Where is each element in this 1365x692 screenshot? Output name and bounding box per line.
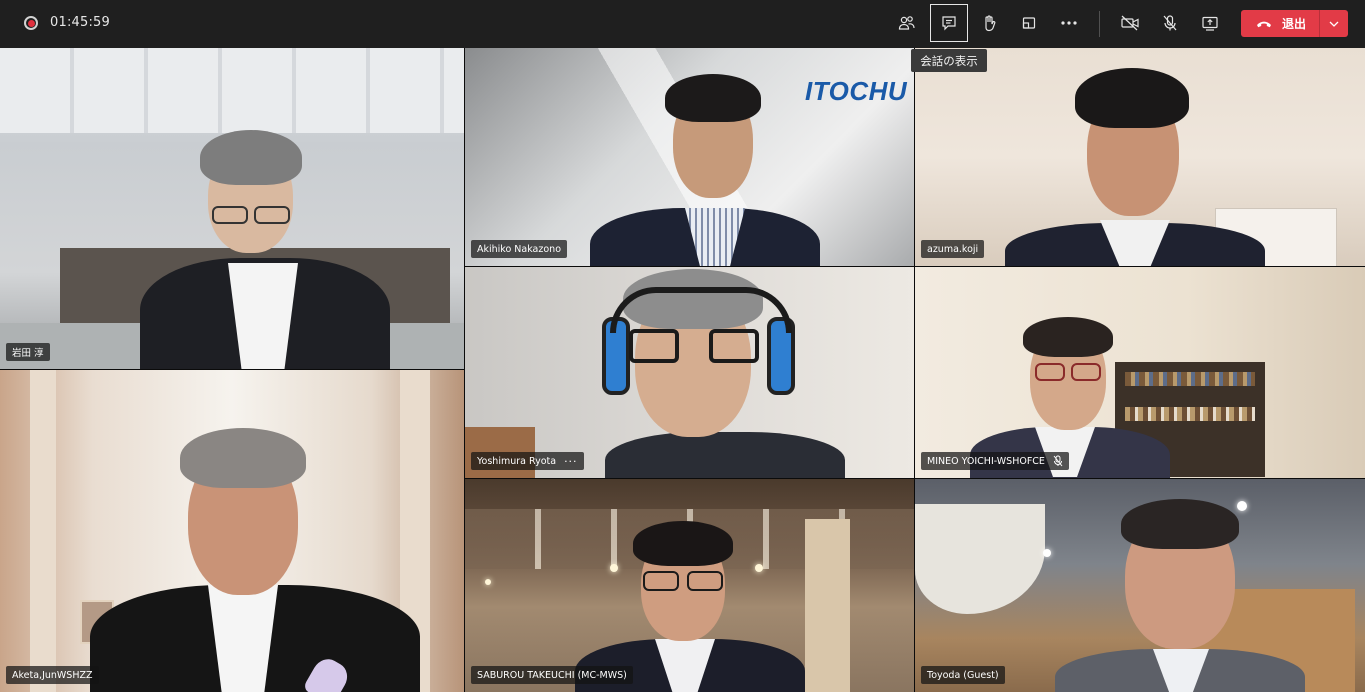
hang-up-icon	[1257, 21, 1271, 27]
meeting-toolbar: 01:45:59 退出	[0, 0, 1365, 48]
share-tray-icon	[1022, 17, 1036, 29]
leave-label: 退出	[1282, 17, 1307, 31]
participant-name-tag: Akihiko Nakazono	[471, 240, 568, 258]
participant-name: azuma.koji	[927, 243, 979, 255]
participant-name-tag: Toyoda (Guest)	[921, 666, 1005, 684]
participant-name-tag: Aketa,JunWSHZZ	[6, 666, 99, 684]
video-tile[interactable]: Aketa,JunWSHZZ	[0, 370, 464, 692]
share-tray-button[interactable]	[1010, 4, 1048, 42]
video-tile[interactable]: MINEO YOICHI-WSHOFCE	[915, 267, 1365, 478]
share-screen-button[interactable]	[1191, 4, 1229, 42]
more-options-button[interactable]	[1050, 4, 1088, 42]
camera-toggle-button[interactable]	[1111, 4, 1149, 42]
video-tile[interactable]: azuma.koji	[915, 48, 1365, 266]
participant-name: SABUROU TAKEUCHI (MC-MWS)	[477, 669, 627, 681]
toolbar-divider	[1099, 11, 1100, 37]
show-conversation-tooltip: 会話の表示	[911, 49, 987, 72]
chevron-down-icon	[1329, 21, 1339, 27]
participant-name-tag: 岩田 淳	[6, 343, 50, 361]
participants-icon	[898, 16, 915, 30]
video-tile[interactable]: ITOCHU Akihiko Nakazono	[465, 48, 914, 266]
participant-name: MINEO YOICHI-WSHOFCE	[927, 455, 1045, 467]
participant-name-tag: SABUROU TAKEUCHI (MC-MWS)	[471, 666, 633, 684]
mic-toggle-button[interactable]	[1151, 4, 1189, 42]
more-options-icon	[1061, 21, 1077, 25]
meeting-timer: 01:45:59	[50, 15, 110, 30]
participant-name: Toyoda (Guest)	[927, 669, 999, 681]
participant-name: 岩田 淳	[12, 348, 44, 359]
mic-off-icon	[1163, 15, 1177, 31]
participants-button[interactable]	[888, 4, 926, 42]
video-tile[interactable]: Toyoda (Guest)	[915, 479, 1365, 692]
video-tile[interactable]: 岩田 淳	[0, 48, 464, 369]
participant-name: Yoshimura Ryota	[477, 455, 557, 467]
video-tile[interactable]: SABUROU TAKEUCHI (MC-MWS)	[465, 479, 914, 692]
participant-name-tag: azuma.koji	[921, 240, 985, 258]
participant-name: Aketa,JunWSHZZ	[12, 669, 93, 681]
video-tile[interactable]: Yoshimura Ryota ···	[465, 267, 914, 478]
participant-more-options[interactable]: ···	[564, 455, 578, 468]
raise-hand-icon	[985, 15, 996, 32]
participant-name-tag: MINEO YOICHI-WSHOFCE	[921, 452, 1069, 470]
camera-off-icon	[1121, 15, 1139, 31]
show-conversation-button[interactable]	[930, 4, 968, 42]
chat-icon	[942, 16, 956, 31]
company-logo: ITOCHU	[805, 76, 908, 106]
leave-button[interactable]: 退出	[1241, 10, 1319, 37]
leave-meeting-control: 退出	[1241, 10, 1348, 37]
mic-off-icon	[1053, 455, 1063, 467]
share-screen-icon	[1202, 16, 1218, 31]
raise-hand-button[interactable]	[970, 4, 1008, 42]
participant-name-tag: Yoshimura Ryota ···	[471, 452, 584, 470]
participant-name: Akihiko Nakazono	[477, 243, 562, 255]
leave-options-button[interactable]	[1320, 10, 1348, 37]
recording-indicator-icon	[24, 16, 38, 30]
